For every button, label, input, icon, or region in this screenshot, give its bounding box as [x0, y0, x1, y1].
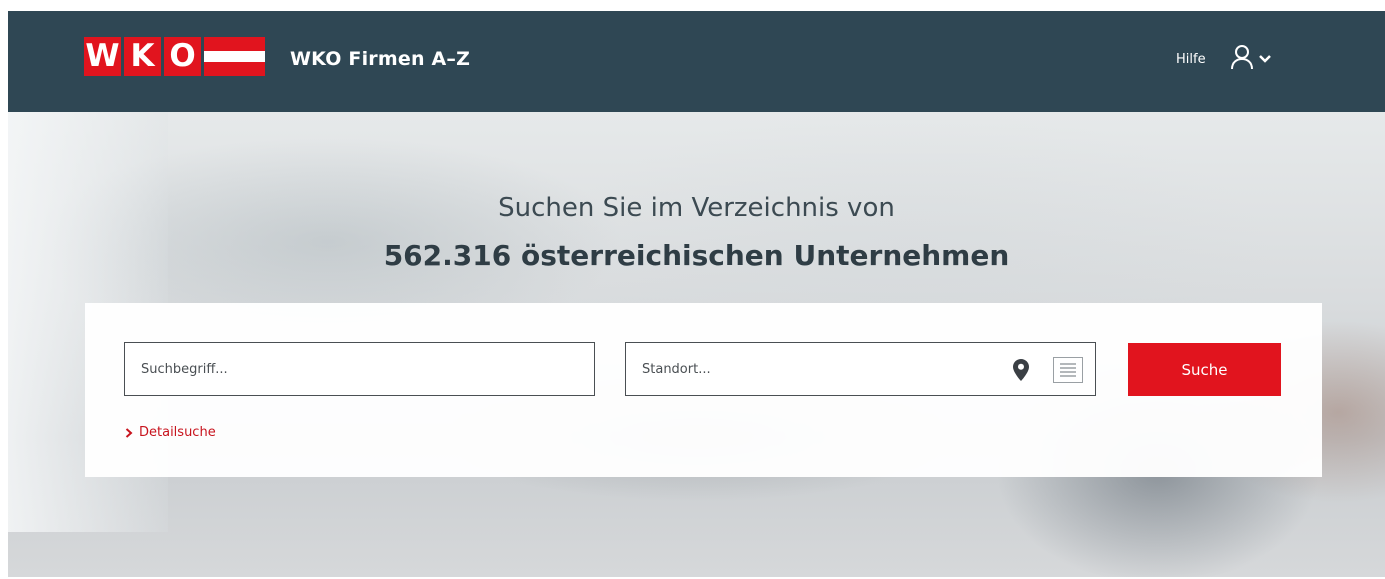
keyword-input[interactable] — [125, 343, 594, 395]
wko-logo[interactable]: W K O — [84, 37, 265, 76]
user-menu-button[interactable] — [1230, 43, 1278, 77]
location-field[interactable] — [625, 342, 1096, 396]
map-pin-icon[interactable] — [1013, 359, 1029, 381]
logo-letter-w: W — [84, 37, 121, 76]
chevron-right-icon — [125, 427, 133, 438]
list-icon[interactable] — [1053, 357, 1083, 383]
logo-letter-k: K — [124, 37, 161, 76]
search-button[interactable]: Suche — [1128, 343, 1281, 396]
user-icon — [1231, 45, 1253, 70]
help-link[interactable]: Hilfe — [1176, 52, 1206, 67]
detail-search-label: Detailsuche — [139, 425, 216, 440]
detail-search-link[interactable]: Detailsuche — [125, 425, 216, 440]
logo-letter-o: O — [164, 37, 201, 76]
hero-headline-line2: 562.316 österreichischen Unternehmen — [383, 239, 1010, 272]
austrian-flag-logo — [204, 37, 265, 76]
app-title[interactable]: WKO Firmen A–Z — [290, 48, 470, 70]
chevron-down-icon — [1259, 55, 1271, 63]
page-frame: W K O WKO Firmen A–Z Hilfe Suchen Sie im… — [8, 11, 1385, 577]
search-card: Suche Detailsuche — [85, 303, 1322, 477]
top-header: W K O WKO Firmen A–Z Hilfe — [8, 11, 1385, 112]
keyword-field[interactable] — [124, 342, 595, 396]
hero-headline-line1: Suchen Sie im Verzeichnis von — [498, 193, 895, 223]
